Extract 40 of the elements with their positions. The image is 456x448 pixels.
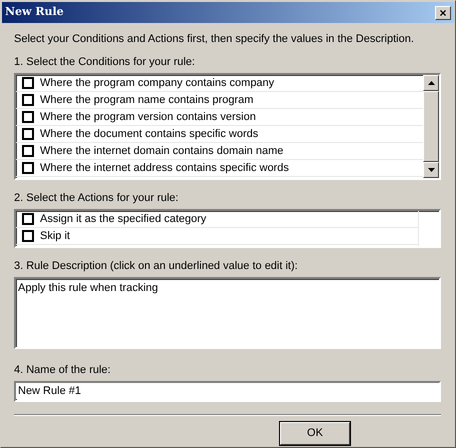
- list-row[interactable]: Where the internet domain contains domain name: [16, 143, 423, 160]
- section-label: 1. Select the Conditions for your rule:: [14, 55, 196, 69]
- list-row[interactable]: Where the internet address contains specific words: [16, 160, 423, 177]
- list-row[interactable]: Skip it: [16, 228, 418, 245]
- list-row[interactable]: Assign it as the specified category: [16, 211, 418, 228]
- row-label: Assign it as the specified category: [40, 212, 206, 227]
- down-arrow-icon: [428, 168, 434, 172]
- list-row[interactable]: Where the program name contains program: [16, 92, 423, 109]
- name-field[interactable]: New Rule #1: [14, 381, 441, 402]
- checkbox[interactable]: [22, 162, 34, 174]
- checkbox[interactable]: [22, 77, 34, 89]
- scrollbar[interactable]: [423, 75, 439, 178]
- checkbox[interactable]: [22, 213, 34, 225]
- section-label: 3. Rule Description (click on an underlined value to edit it):: [14, 259, 299, 273]
- checkbox[interactable]: [22, 145, 34, 157]
- row-label: Where the document contains specific words: [40, 126, 258, 142]
- scroll-down-button[interactable]: [423, 162, 439, 178]
- checkbox[interactable]: [22, 230, 34, 242]
- checkbox[interactable]: [22, 128, 34, 140]
- row-label: Where the program company contains company: [40, 76, 274, 91]
- description-text: Apply this rule when tracking: [17, 281, 160, 296]
- section-label: 2. Select the Actions for your rule:: [14, 191, 180, 205]
- checkbox[interactable]: [22, 94, 34, 106]
- row-label: Where the program version contains version: [40, 110, 256, 125]
- row-label: Where the internet address contains specific words: [40, 160, 289, 176]
- instruction-text: Select your Conditions and Actions first, then specify the values in the Description.: [14, 32, 415, 46]
- checkbox[interactable]: [22, 111, 34, 123]
- list-row[interactable]: Where the document contains specific words: [16, 126, 423, 143]
- section-label: 4. Name of the rule:: [14, 363, 112, 377]
- window-title: New Rule: [5, 4, 64, 20]
- row-label: Skip it: [40, 228, 70, 244]
- list-row[interactable]: Where the program version contains version: [16, 109, 423, 126]
- close-button[interactable]: ×: [435, 6, 451, 20]
- scroll-up-button[interactable]: [423, 75, 439, 91]
- up-arrow-icon: [428, 80, 434, 85]
- row-label: Where the internet domain contains domain name: [40, 144, 284, 159]
- list-row[interactable]: Where the program company contains company: [16, 75, 423, 92]
- row-label: Where the program name contains program: [40, 92, 254, 108]
- ok-button[interactable]: OK: [280, 422, 350, 444]
- scroll-thumb[interactable]: [423, 90, 439, 162]
